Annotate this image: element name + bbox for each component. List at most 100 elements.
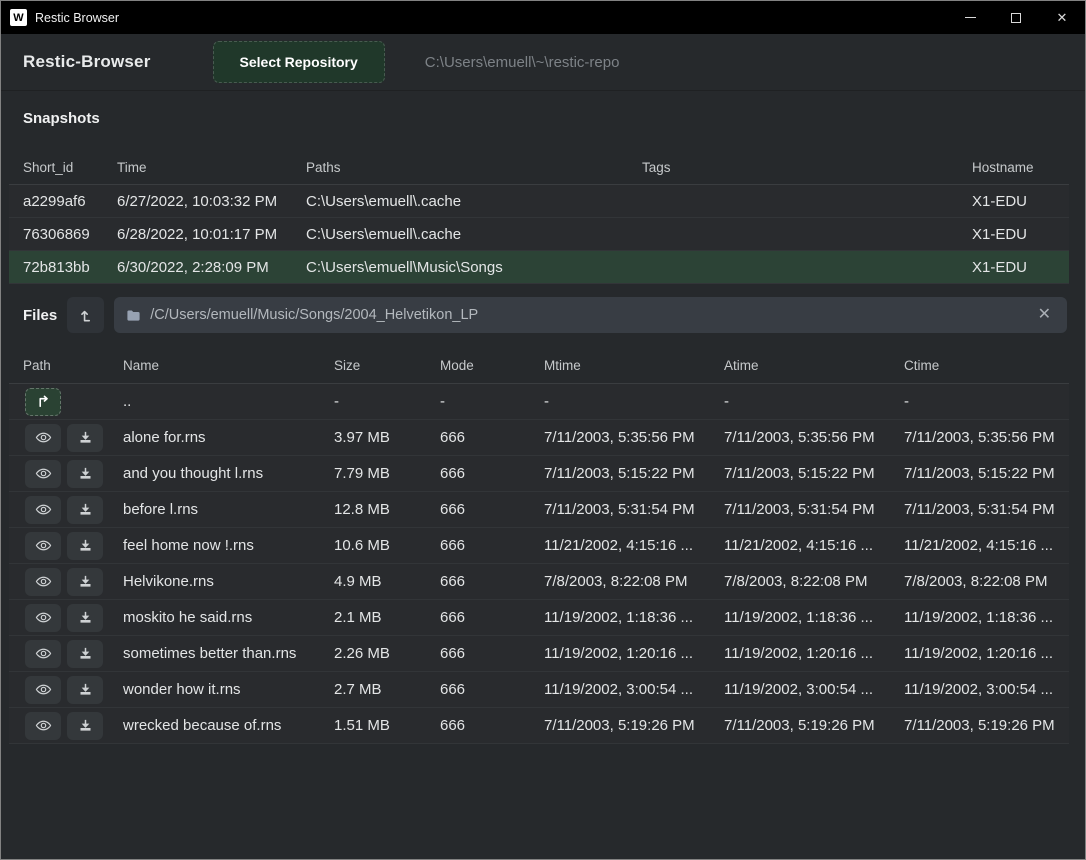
snapshot-time: 6/27/2022, 10:03:32 PM (103, 193, 292, 210)
file-size: 10.6 MB (320, 537, 426, 554)
file-mode: 666 (426, 573, 530, 590)
preview-button[interactable] (25, 712, 61, 740)
col-path: Path (9, 358, 109, 373)
open-parent-button[interactable] (25, 388, 61, 416)
file-mtime: - (530, 393, 710, 410)
download-icon (78, 682, 93, 697)
restore-button[interactable] (67, 712, 103, 740)
window-title: Restic Browser (35, 11, 947, 25)
file-mtime: 11/21/2002, 4:15:16 ... (530, 537, 710, 554)
file-mode: 666 (426, 645, 530, 662)
snapshot-time: 6/28/2022, 10:01:17 PM (103, 226, 292, 243)
file-ctime: 11/19/2002, 3:00:54 ... (890, 681, 1069, 698)
snapshot-row-selected[interactable]: 72b813bb 6/30/2022, 2:28:09 PM C:\Users\… (9, 251, 1069, 284)
snapshots-title: Snapshots (23, 110, 1063, 127)
file-atime: - (710, 393, 890, 410)
file-mtime: 7/8/2003, 8:22:08 PM (530, 573, 710, 590)
file-size: 7.79 MB (320, 465, 426, 482)
window-controls: ✕ (947, 1, 1085, 34)
clear-path-button[interactable]: ✕ (1034, 305, 1055, 325)
file-name: .. (109, 393, 320, 410)
file-ctime: 11/19/2002, 1:20:16 ... (890, 645, 1069, 662)
col-atime: Atime (710, 358, 890, 373)
file-row: sometimes better than.rns 2.26 MB 666 11… (9, 636, 1069, 672)
file-mode: 666 (426, 717, 530, 734)
maximize-button[interactable] (993, 1, 1039, 34)
download-icon (78, 466, 93, 481)
download-icon (78, 718, 93, 733)
files-toolbar: Files /C/Users/emuell/Music/Songs/2004_H… (1, 284, 1085, 345)
file-name: sometimes better than.rns (109, 645, 320, 662)
file-atime: 7/11/2003, 5:35:56 PM (710, 429, 890, 446)
preview-button[interactable] (25, 568, 61, 596)
maximize-icon (1011, 13, 1021, 23)
restore-button[interactable] (67, 460, 103, 488)
col-tags: Tags (628, 160, 958, 175)
eye-icon (35, 501, 52, 518)
files-table: Path Name Size Mode Mtime Atime Ctime ..… (9, 345, 1069, 744)
close-button[interactable]: ✕ (1039, 1, 1085, 34)
eye-icon (35, 681, 52, 698)
select-repository-button[interactable]: Select Repository (213, 41, 385, 83)
eye-icon (35, 717, 52, 734)
file-actions (9, 424, 109, 452)
snapshot-short-id: 76306869 (9, 226, 103, 243)
current-path-bar[interactable]: /C/Users/emuell/Music/Songs/2004_Helveti… (114, 297, 1067, 333)
preview-button[interactable] (25, 496, 61, 524)
minimize-button[interactable] (947, 1, 993, 34)
snapshot-paths: C:\Users\emuell\.cache (292, 193, 628, 210)
file-row: feel home now !.rns 10.6 MB 666 11/21/20… (9, 528, 1069, 564)
snapshot-hostname: X1-EDU (958, 259, 1069, 276)
download-icon (78, 430, 93, 445)
snapshot-row[interactable]: 76306869 6/28/2022, 10:01:17 PM C:\Users… (9, 218, 1069, 251)
file-atime: 11/21/2002, 4:15:16 ... (710, 537, 890, 554)
file-name: and you thought l.rns (109, 465, 320, 482)
restore-button[interactable] (67, 676, 103, 704)
file-mtime: 7/11/2003, 5:31:54 PM (530, 501, 710, 518)
file-actions (9, 532, 109, 560)
col-short-id: Short_id (9, 160, 103, 175)
eye-icon (35, 537, 52, 554)
parent-dir-row[interactable]: .. - - - - - (9, 384, 1069, 420)
file-actions (9, 640, 109, 668)
snapshot-paths: C:\Users\emuell\Music\Songs (292, 259, 628, 276)
file-mtime: 7/11/2003, 5:35:56 PM (530, 429, 710, 446)
col-hostname: Hostname (958, 160, 1069, 175)
snapshot-row[interactable]: a2299af6 6/27/2022, 10:03:32 PM C:\Users… (9, 185, 1069, 218)
file-ctime: 11/21/2002, 4:15:16 ... (890, 537, 1069, 554)
snapshot-hostname: X1-EDU (958, 193, 1069, 210)
preview-button[interactable] (25, 424, 61, 452)
file-name: wonder how it.rns (109, 681, 320, 698)
preview-button[interactable] (25, 604, 61, 632)
file-actions (9, 568, 109, 596)
page-title: Restic-Browser (23, 52, 151, 72)
snapshots-table: Short_id Time Paths Tags Hostname a2299a… (9, 139, 1069, 284)
file-ctime: 7/11/2003, 5:15:22 PM (890, 465, 1069, 482)
restore-button[interactable] (67, 532, 103, 560)
restore-button[interactable] (67, 604, 103, 632)
preview-button[interactable] (25, 460, 61, 488)
restore-button[interactable] (67, 568, 103, 596)
download-icon (78, 502, 93, 517)
file-size: 2.26 MB (320, 645, 426, 662)
download-icon (78, 610, 93, 625)
snapshots-section-header: Snapshots (1, 91, 1085, 139)
file-ctime: 7/11/2003, 5:31:54 PM (890, 501, 1069, 518)
restore-button[interactable] (67, 424, 103, 452)
restore-button[interactable] (67, 640, 103, 668)
snapshot-paths: C:\Users\emuell\.cache (292, 226, 628, 243)
restore-button[interactable] (67, 496, 103, 524)
file-atime: 7/11/2003, 5:31:54 PM (710, 501, 890, 518)
file-name: Helvikone.rns (109, 573, 320, 590)
eye-icon (35, 609, 52, 626)
preview-button[interactable] (25, 676, 61, 704)
app-window: W Restic Browser ✕ Restic-Browser Select… (0, 0, 1086, 860)
file-actions (9, 460, 109, 488)
file-mode: 666 (426, 681, 530, 698)
preview-button[interactable] (25, 640, 61, 668)
app-header: Restic-Browser Select Repository C:\User… (1, 34, 1085, 91)
go-up-icon (78, 308, 93, 323)
go-up-button[interactable] (67, 297, 104, 333)
preview-button[interactable] (25, 532, 61, 560)
repository-path: C:\Users\emuell\~\restic-repo (425, 54, 620, 71)
